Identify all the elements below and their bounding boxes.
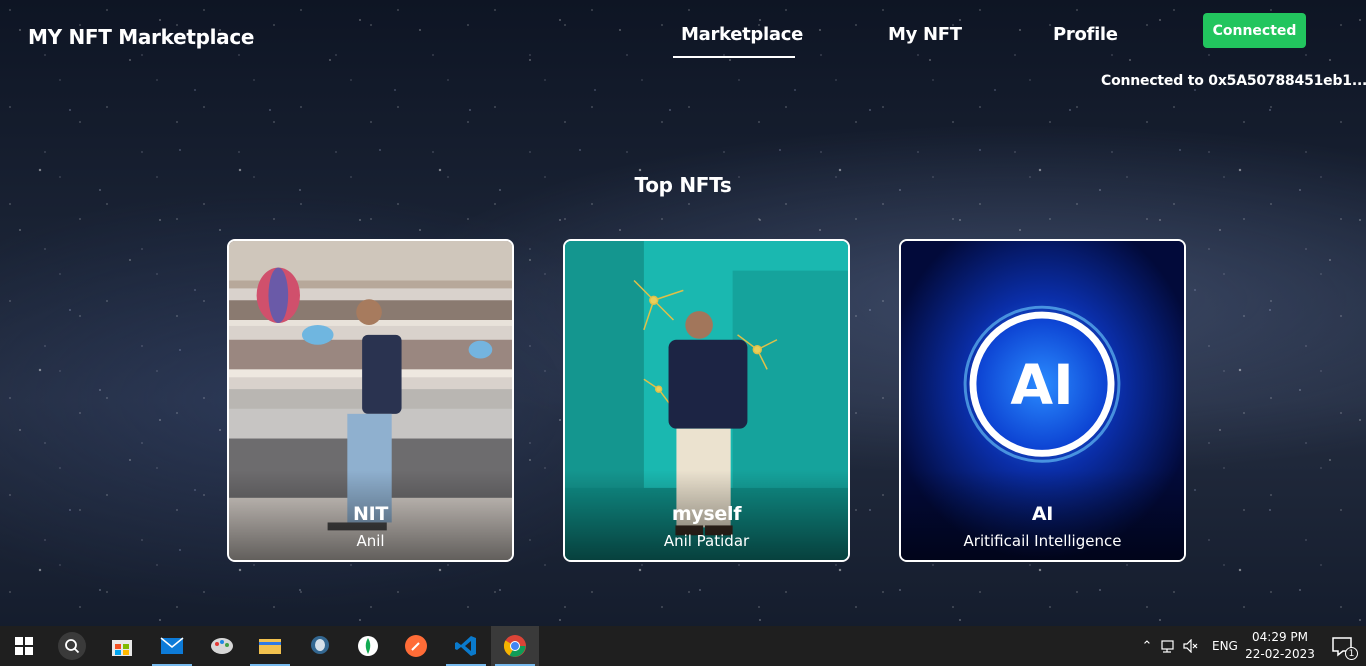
clock[interactable]: 04:29 PM 22-02-2023: [1240, 629, 1320, 663]
notification-count: 1: [1345, 647, 1358, 660]
postman-icon[interactable]: [392, 626, 440, 666]
file-explorer-icon[interactable]: [246, 626, 294, 666]
nav-active-indicator: [673, 56, 795, 58]
nav-my-nft[interactable]: My NFT: [888, 24, 962, 45]
paint-icon[interactable]: [198, 626, 246, 666]
windows-start-icon[interactable]: [0, 626, 48, 666]
notification-icon[interactable]: 1: [1318, 626, 1366, 666]
postgres-icon[interactable]: [296, 626, 344, 666]
nft-name: myself: [671, 503, 742, 525]
mongodb-icon[interactable]: [344, 626, 392, 666]
nft-description: Anil Patidar: [663, 532, 750, 550]
nft-description: Aritificail Intelligence: [963, 532, 1122, 550]
taskbar: ⌃ ENG 04:29 PM 22-02-2023 1: [0, 626, 1366, 666]
mail-icon[interactable]: [148, 626, 196, 666]
chrome-icon[interactable]: [491, 626, 539, 666]
store-icon[interactable]: [98, 626, 146, 666]
chevron-up-icon[interactable]: ⌃: [1138, 639, 1156, 654]
network-icon[interactable]: [1156, 639, 1180, 653]
nav-marketplace[interactable]: Marketplace: [681, 24, 803, 45]
vscode-icon[interactable]: [442, 626, 490, 666]
nft-name: NIT: [352, 503, 389, 525]
clock-time: 04:29 PM: [1252, 630, 1308, 644]
clock-date: 22-02-2023: [1245, 647, 1315, 661]
nft-description: Anil: [356, 532, 385, 550]
ai-logo-text: AI: [1010, 354, 1073, 418]
connected-address: Connected to 0x5A50788451eb1...: [1101, 73, 1366, 89]
nft-card[interactable]: NIT Anil: [227, 239, 514, 562]
nft-card[interactable]: AI AI Aritificail Intelligence: [899, 239, 1186, 562]
section-title: Top NFTs: [634, 173, 732, 197]
system-tray: ⌃ ENG: [1138, 626, 1238, 666]
navbar: MY NFT Marketplace Marketplace My NFT Pr…: [0, 0, 1366, 100]
nav-profile[interactable]: Profile: [1053, 24, 1118, 45]
nft-name: AI: [1031, 503, 1054, 525]
volume-muted-icon[interactable]: [1180, 639, 1202, 653]
language-indicator[interactable]: ENG: [1212, 639, 1238, 653]
connect-wallet-button[interactable]: Connected: [1203, 13, 1306, 48]
search-icon[interactable]: [48, 626, 96, 666]
nft-card[interactable]: myself Anil Patidar: [563, 239, 850, 562]
brand-title[interactable]: MY NFT Marketplace: [28, 25, 255, 49]
